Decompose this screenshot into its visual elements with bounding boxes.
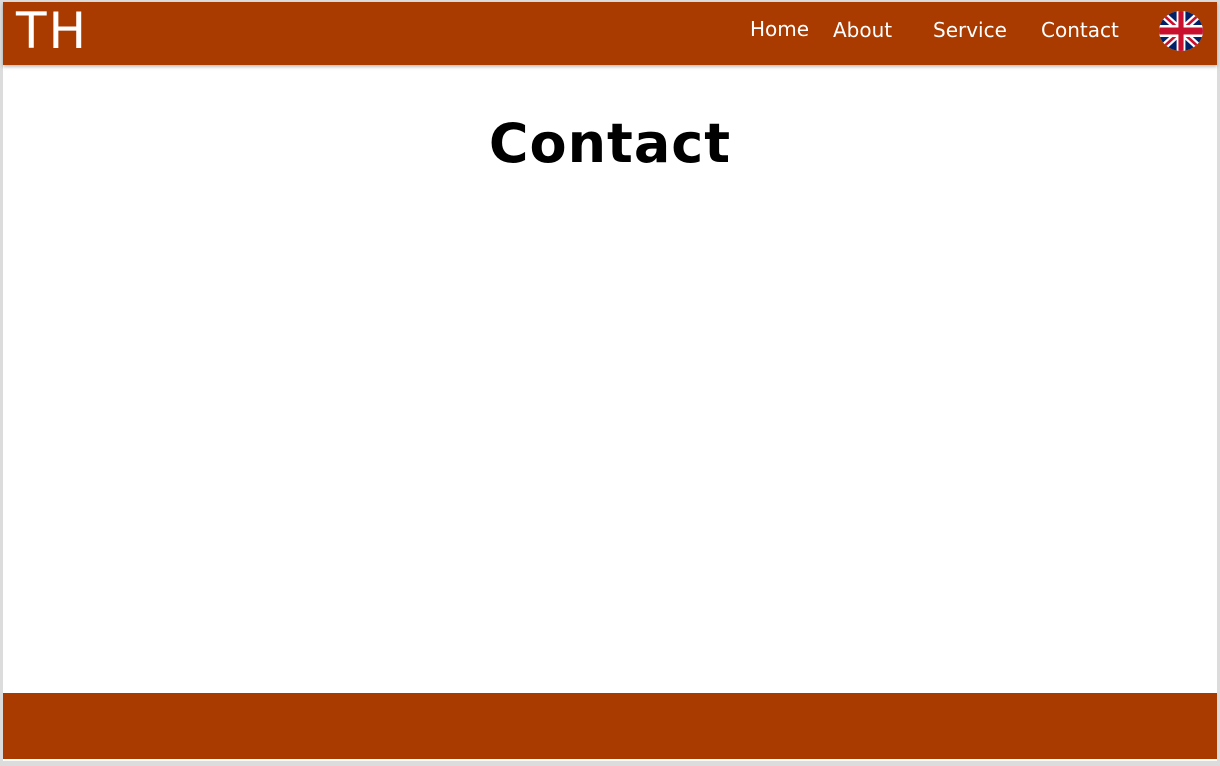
site-footer <box>3 693 1217 759</box>
nav-link-service[interactable]: Service <box>933 17 1007 43</box>
nav-link-home[interactable]: Home <box>750 16 809 42</box>
main-nav: Home About Service Contact <box>3 2 1217 65</box>
page: TH Home About Service Contact Contact <box>3 2 1217 761</box>
site-header: TH Home About Service Contact <box>3 2 1217 65</box>
nav-link-about[interactable]: About <box>833 17 892 43</box>
uk-flag-icon[interactable] <box>1159 11 1203 51</box>
nav-link-contact[interactable]: Contact <box>1041 17 1119 43</box>
page-title: Contact <box>488 112 732 175</box>
